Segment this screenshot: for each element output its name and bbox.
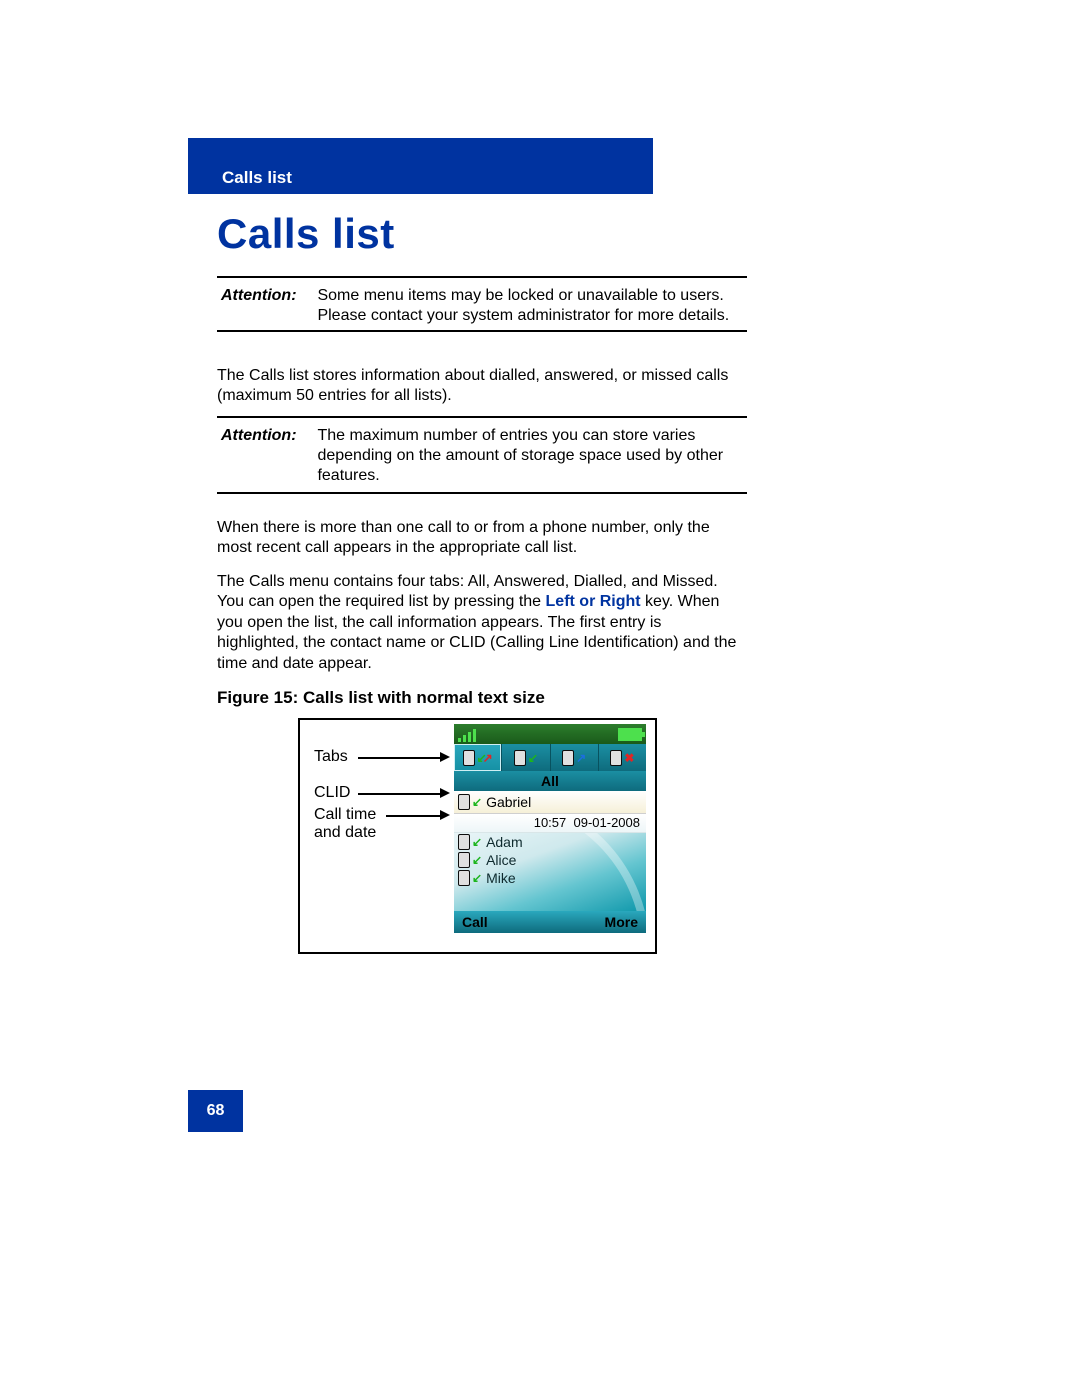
page-title: Calls list: [217, 210, 395, 258]
call-answered-icon: ↙: [514, 750, 538, 766]
phone-list-body: ↙ Adam ↙ Alice ↙ Mike: [454, 833, 646, 911]
phone-selected-entry[interactable]: ↙ Gabriel: [454, 791, 646, 814]
signal-icon: [458, 729, 476, 742]
attention-text: The maximum number of entries you can st…: [317, 426, 747, 486]
callout-label-tabs: Tabs: [314, 748, 348, 766]
battery-icon: [618, 728, 642, 741]
divider: [217, 276, 747, 278]
callout-arrow: [358, 793, 440, 795]
call-time: 10:57: [534, 815, 567, 830]
attention-note: Attention: The maximum number of entries…: [221, 426, 751, 486]
phone-tab-title: All: [454, 771, 646, 791]
phone-screenshot: ↙↗ ↙ ↗ ✖ All ↙ Gabriel 10:57 09-01-2008: [454, 724, 646, 933]
call-answered-icon: ↙: [458, 834, 482, 850]
figure-caption: Figure 15: Calls list with normal text s…: [217, 688, 545, 708]
arrow-head-icon: [440, 752, 450, 762]
call-dialled-icon: ↗: [562, 750, 586, 766]
phone-tab-dialled[interactable]: ↗: [551, 744, 599, 771]
attention-label: Attention:: [221, 286, 313, 306]
contact-name: Gabriel: [486, 794, 531, 810]
divider: [217, 416, 747, 418]
divider: [217, 492, 747, 494]
call-answered-icon: ↙: [458, 852, 482, 868]
body-paragraph: The Calls menu contains four tabs: All, …: [217, 572, 747, 674]
phone-list-entry[interactable]: ↙ Adam: [454, 833, 646, 851]
phone-tab-missed[interactable]: ✖: [599, 744, 646, 771]
phone-tab-all[interactable]: ↙↗: [454, 744, 502, 771]
page-number: 68: [188, 1090, 243, 1132]
attention-label: Attention:: [221, 426, 313, 446]
body-paragraph: The Calls list stores information about …: [217, 366, 747, 407]
callout-label-clid: CLID: [314, 784, 350, 802]
phone-softkey-bar: Call More: [454, 911, 646, 933]
contact-name: Alice: [486, 852, 516, 868]
call-answered-icon: ↙: [458, 794, 482, 810]
softkey-more[interactable]: More: [605, 914, 638, 930]
callout-label-time: Call time and date: [314, 806, 394, 843]
softkey-call[interactable]: Call: [462, 914, 488, 930]
figure-frame: Tabs CLID Call time and date ↙↗ ↙: [298, 718, 657, 954]
contact-name: Mike: [486, 870, 516, 886]
phone-list-entry[interactable]: ↙ Alice: [454, 851, 646, 869]
attention-text: Some menu items may be locked or unavail…: [317, 286, 747, 326]
phone-selected-datetime: 10:57 09-01-2008: [454, 814, 646, 833]
body-paragraph: When there is more than one call to or f…: [217, 518, 747, 559]
contact-name: Adam: [486, 834, 523, 850]
call-missed-icon: ✖: [610, 750, 634, 766]
callout-arrow: [358, 757, 440, 759]
manual-page: Calls list Calls list Attention: Some me…: [0, 0, 1080, 1397]
call-answered-icon: ↙: [458, 870, 482, 886]
divider: [217, 330, 747, 332]
phone-tab-answered[interactable]: ↙: [502, 744, 550, 771]
callout-arrow: [386, 815, 440, 817]
call-date: 09-01-2008: [574, 815, 641, 830]
phone-list-entry[interactable]: ↙ Mike: [454, 869, 646, 887]
key-reference: Left or Right: [546, 593, 641, 610]
attention-note: Attention: Some menu items may be locked…: [221, 286, 751, 326]
phone-tabs-bar: ↙↗ ↙ ↗ ✖: [454, 744, 646, 771]
phone-status-bar: [454, 724, 646, 744]
arrow-head-icon: [440, 810, 450, 820]
call-all-icon: ↙↗: [463, 750, 493, 766]
arrow-head-icon: [440, 788, 450, 798]
running-header: Calls list: [222, 168, 292, 188]
